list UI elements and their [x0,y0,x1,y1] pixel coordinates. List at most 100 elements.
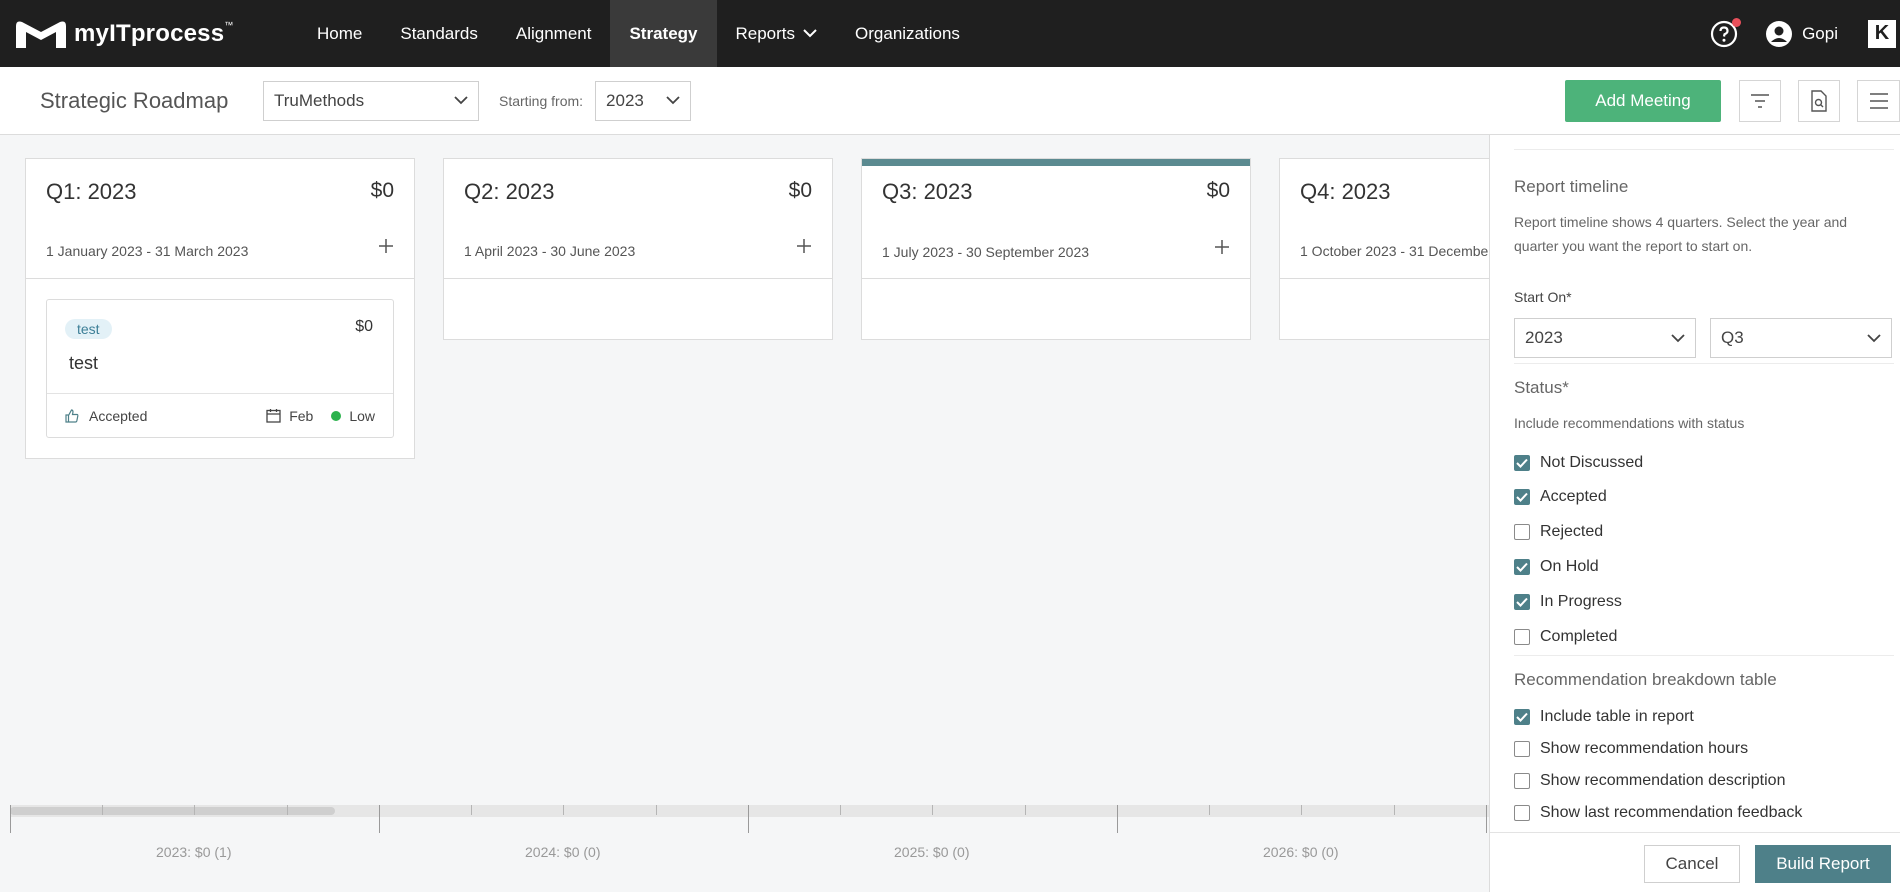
notification-dot [1732,17,1742,27]
starting-from-label: Starting from: [499,92,584,109]
timeline-label-2024: 2024: $0 (0) [525,844,601,860]
card-month: Feb [266,408,313,424]
add-meeting-button[interactable]: Add Meeting [1565,80,1721,122]
timeline-tick [194,805,195,815]
quarter-dates: 1 April 2023 - 30 June 2023 [464,243,636,259]
quarter-title: Q3: 2023 [882,179,973,204]
brand-m-icon [16,21,66,48]
quarter-dates: 1 October 2023 - 31 Decembe [1300,243,1489,259]
card-footer: Accepted Feb Low [47,394,393,437]
build-report-button[interactable]: Build Report [1755,845,1891,883]
checkbox-checked[interactable] [1514,489,1530,505]
plus-icon [379,239,393,253]
checkbox-label: Completed [1540,628,1618,645]
user-avatar-icon [1766,20,1793,47]
show-hours-option[interactable]: Show recommendation hours [1514,740,1748,758]
status-rejected[interactable]: Rejected [1514,523,1603,541]
timeline-tick [102,805,103,815]
nav-home[interactable]: Home [298,0,381,67]
brand-name: myITprocess™ [74,19,234,47]
checkbox-unchecked[interactable] [1514,805,1530,821]
card-amount: $0 [355,318,373,335]
timeline-tick [1117,805,1118,833]
filter-icon [1751,94,1769,108]
quarter-amount: $0 [370,179,394,202]
checkbox-unchecked[interactable] [1514,741,1530,757]
help-button[interactable] [1710,17,1742,48]
check-icon [1516,712,1528,722]
report-preview-icon [1811,90,1827,112]
divider [1514,149,1894,150]
nav-strategy[interactable]: Strategy [610,0,717,67]
plus-icon [797,239,811,253]
checkbox-label: On Hold [1540,558,1599,575]
timeline-tick [1486,805,1487,833]
status-accepted[interactable]: Accepted [1514,488,1607,506]
timeline-tick [1025,805,1026,815]
nav-standards[interactable]: Standards [381,0,497,67]
plus-icon [1215,240,1229,254]
status-on-hold[interactable]: On Hold [1514,558,1599,576]
checkbox-checked[interactable] [1514,455,1530,471]
show-feedback-option[interactable]: Show last recommendation feedback [1514,804,1802,822]
status-in-progress[interactable]: In Progress [1514,593,1622,611]
page-title: Strategic Roadmap [40,87,229,113]
quarter-header: Q3: 2023 $0 1 July 2023 - 30 September 2… [862,159,1250,279]
card-header: test $0 test [47,300,393,394]
nav-home-label: Home [317,23,363,43]
checkbox-checked[interactable] [1514,709,1530,725]
timeline-label-2026: 2026: $0 (0) [1263,844,1339,860]
add-recommendation-button[interactable] [796,233,812,261]
card-meta: Feb Low [266,408,375,424]
recommendation-card[interactable]: test $0 test Accepted Feb Low [46,299,394,438]
filter-button[interactable] [1739,80,1781,122]
nav-alignment-label: Alignment [515,23,592,43]
status-not-discussed[interactable]: Not Discussed [1514,454,1643,472]
checkbox-label: Accepted [1540,488,1607,505]
nav-alignment[interactable]: Alignment [497,0,611,67]
menu-button[interactable] [1857,80,1900,122]
show-description-option[interactable]: Show recommendation description [1514,772,1785,790]
include-table-option[interactable]: Include table in report [1514,708,1694,726]
timeline-tick [656,805,657,815]
checkbox-unchecked[interactable] [1514,629,1530,645]
year-select[interactable]: 2023 [595,80,692,121]
report-preview-button[interactable] [1798,80,1840,122]
nav-reports[interactable]: Reports [717,0,837,67]
main-nav: Home Standards Alignment Strategy Report… [298,0,979,67]
checkbox-unchecked[interactable] [1514,524,1530,540]
start-quarter-select[interactable]: Q3 [1710,318,1892,358]
check-icon [1516,492,1528,502]
divider [1514,363,1894,364]
quarter-title: Q2: 2023 [464,179,555,204]
brand-logo[interactable]: myITprocess™ [14,18,264,50]
nav-organizations-label: Organizations [855,23,960,43]
nav-right: Gopi K [1710,0,1900,67]
quarter-header: Q1: 2023 $0 1 January 2023 - 31 March 20… [26,159,414,279]
timeline-scrollbar[interactable] [10,805,1490,835]
quarter-column-q1: Q1: 2023 $0 1 January 2023 - 31 March 20… [25,158,415,459]
report-timeline-description: Report timeline shows 4 quarters. Select… [1514,214,1848,254]
organization-select[interactable]: TruMethods [263,80,479,121]
partner-logo[interactable]: K [1868,19,1896,48]
add-recommendation-button[interactable] [378,233,394,261]
quarter-title: Q4: 2023 [1300,179,1391,204]
nav-organizations[interactable]: Organizations [836,0,979,67]
quarter-body [1280,279,1489,339]
add-recommendation-button[interactable] [1214,234,1230,262]
timeline-tick [748,805,749,833]
priority-dot [331,410,342,421]
checkbox-checked[interactable] [1514,594,1530,610]
checkbox-checked[interactable] [1514,559,1530,575]
user-menu[interactable]: Gopi [1766,20,1838,47]
cancel-button[interactable]: Cancel [1644,845,1740,883]
checkbox-unchecked[interactable] [1514,773,1530,789]
start-year-select[interactable]: 2023 [1514,318,1696,358]
check-icon [1516,562,1528,572]
status-completed[interactable]: Completed [1514,628,1617,646]
checkbox-label: Include table in report [1540,708,1694,725]
timeline-label-2025: 2025: $0 (0) [894,844,970,860]
timeline-tick [840,805,841,815]
nav-strategy-label: Strategy [629,23,698,43]
timeline-tick [379,805,380,833]
